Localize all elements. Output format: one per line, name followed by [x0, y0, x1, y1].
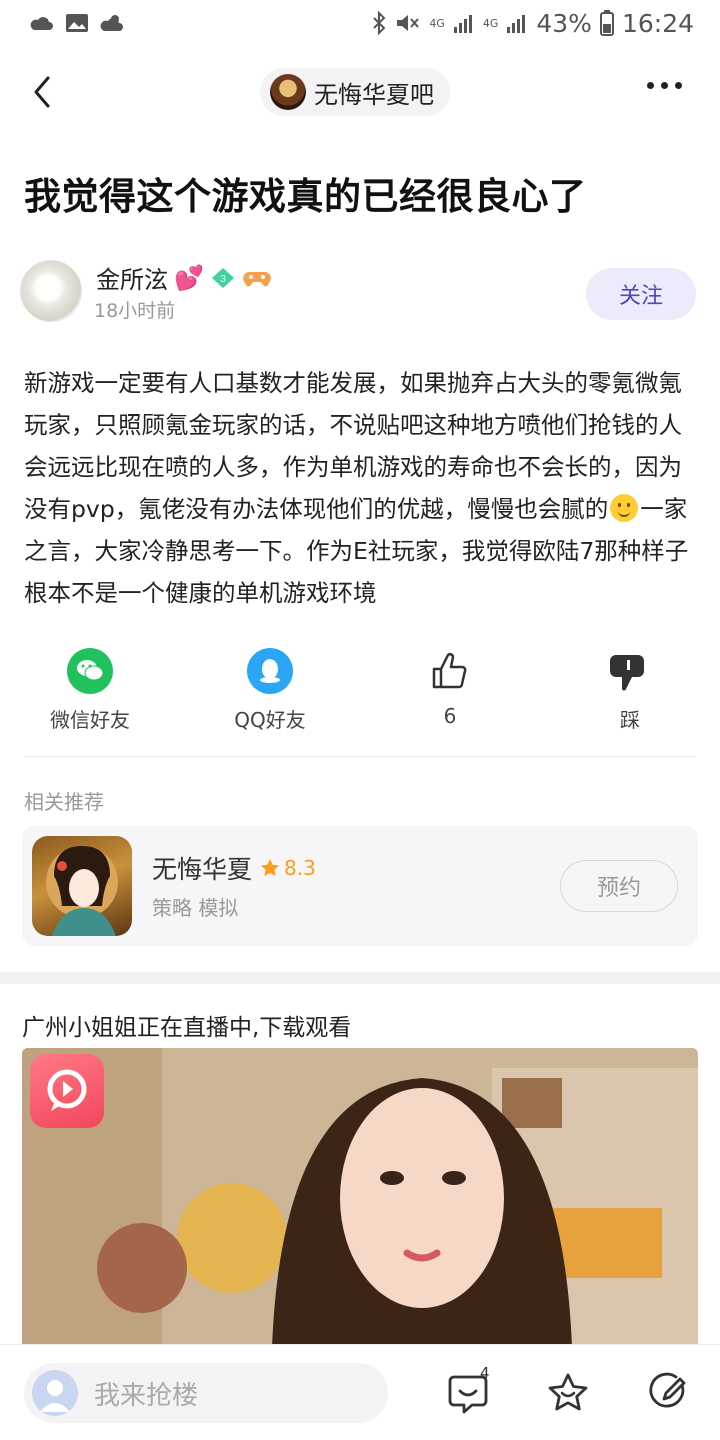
- weather-cloud-icon: [30, 17, 53, 30]
- signal-icon-1: [453, 15, 472, 33]
- post-body-part1: 新游戏一定要有人口基数才能发展，如果抛弃占大头的零氪微氪玩家，只照顾氪金玩家的话…: [24, 369, 682, 523]
- back-arrow-icon[interactable]: [26, 72, 62, 112]
- share-qq[interactable]: QQ好友: [200, 648, 340, 733]
- qq-icon: [247, 648, 293, 694]
- heart-icon: 💕: [174, 263, 204, 292]
- author-name-row: 金所泫 💕 3: [96, 260, 272, 295]
- qq-label: QQ好友: [234, 708, 306, 732]
- smile-emoji-icon: [610, 494, 639, 522]
- network-label-1: 4G: [429, 16, 445, 30]
- status-bar: 4G 4G 43% 16:24: [0, 0, 720, 46]
- game-app-icon: [32, 836, 132, 936]
- status-bar-right: 4G 4G 43% 16:24: [371, 9, 694, 38]
- clock: 16:24: [621, 8, 694, 38]
- forum-avatar: [270, 74, 306, 110]
- follow-button[interactable]: 关注: [586, 268, 696, 320]
- battery-icon: [599, 10, 614, 36]
- status-bar-left-icons: [28, 12, 126, 34]
- bluetooth-icon: [373, 11, 386, 35]
- thumbs-down-icon: [607, 648, 653, 694]
- post-title: 我觉得这个游戏真的已经很良心了: [24, 175, 587, 218]
- divider: [24, 756, 696, 757]
- more-options-icon[interactable]: [647, 82, 682, 89]
- game-name: 无悔华夏: [152, 855, 253, 884]
- comment-placeholder: 我来抢楼: [94, 1380, 199, 1411]
- section-separator: [0, 972, 720, 984]
- game-name-row: 无悔华夏 8.3: [152, 850, 316, 886]
- favorite-star-icon[interactable]: [546, 1371, 590, 1415]
- forum-pill[interactable]: 无悔华夏吧: [260, 68, 450, 116]
- svg-text:3: 3: [220, 274, 226, 285]
- recommend-section-label: 相关推荐: [24, 790, 104, 814]
- star-icon: [261, 859, 280, 876]
- forum-name: 无悔华夏吧: [314, 80, 434, 109]
- like-button[interactable]: 6: [380, 648, 520, 728]
- author-name[interactable]: 金所泫: [96, 260, 168, 295]
- edit-icon[interactable]: [646, 1371, 690, 1415]
- ad-title[interactable]: 广州小姐姐正在直播中,下载观看: [22, 1008, 351, 1042]
- comment-count-badge: 4: [480, 1364, 490, 1382]
- author-row: 金所泫 💕 3 18小时前 关注: [20, 258, 700, 328]
- ad-live-image[interactable]: [22, 1048, 698, 1348]
- game-rating-value: 8.3: [284, 856, 316, 880]
- dislike-button[interactable]: 踩: [560, 648, 700, 733]
- weather-sun-cloud-icon: [100, 15, 123, 31]
- top-nav: 无悔华夏吧: [0, 60, 720, 124]
- author-avatar[interactable]: [20, 260, 82, 322]
- user-avatar: [32, 1370, 78, 1416]
- gamepad-badge-icon: [243, 271, 271, 286]
- mute-icon: [397, 15, 420, 31]
- game-rating: 8.3: [260, 856, 316, 880]
- thumbs-up-icon: [427, 648, 473, 694]
- share-wechat[interactable]: 微信好友: [20, 648, 160, 733]
- share-row: 微信好友 QQ好友 6 踩: [0, 648, 720, 738]
- like-count: 6: [443, 704, 457, 728]
- network-label-2: 4G: [482, 16, 499, 30]
- gallery-icon: [66, 14, 88, 32]
- live-app-icon: [30, 1054, 104, 1128]
- game-tags: 策略 模拟: [152, 896, 239, 920]
- recommend-game-card[interactable]: 无悔华夏 8.3 策略 模拟 预约: [22, 826, 698, 946]
- ad-photo: [22, 1048, 698, 1348]
- signal-icon-2: [507, 15, 526, 33]
- level-badge-icon: 3: [211, 267, 234, 288]
- post-body: 新游戏一定要有人口基数才能发展，如果抛弃占大头的零氪微氪玩家，只照顾氪金玩家的话…: [24, 362, 700, 614]
- reserve-button[interactable]: 预约: [560, 860, 678, 912]
- dislike-label: 踩: [620, 708, 640, 732]
- post-time: 18小时前: [94, 300, 176, 322]
- battery-percent: 43%: [536, 8, 592, 38]
- wechat-label: 微信好友: [50, 708, 130, 732]
- comment-input[interactable]: 我来抢楼: [24, 1363, 388, 1423]
- wechat-icon: [67, 648, 113, 694]
- bottom-bar: 我来抢楼: [0, 1344, 720, 1440]
